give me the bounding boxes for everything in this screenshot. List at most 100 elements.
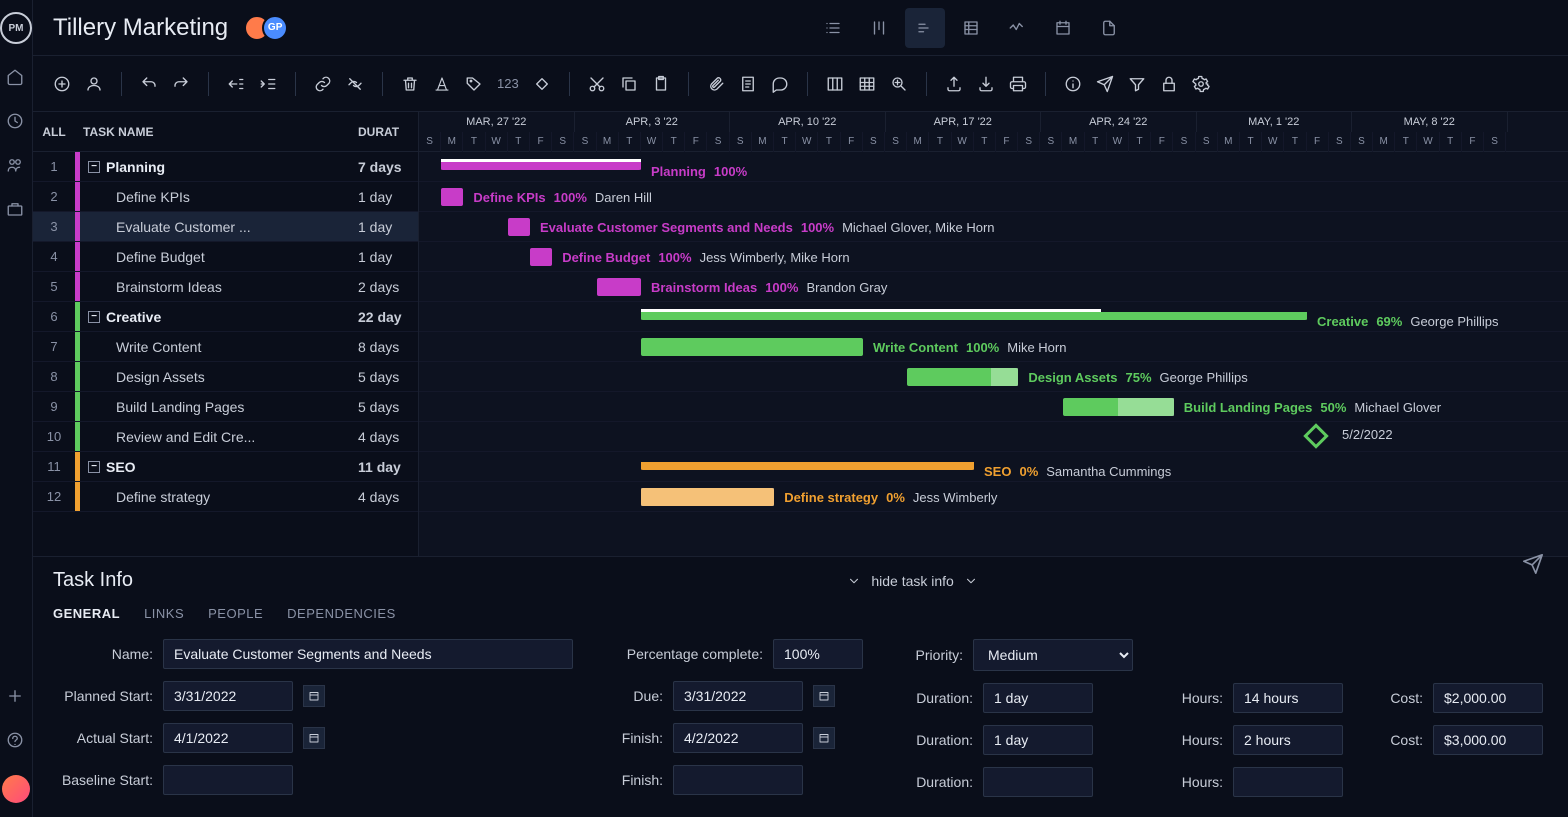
import-icon[interactable] — [977, 75, 995, 93]
gantt-row[interactable]: Evaluate Customer Segments and Needs100%… — [419, 212, 1568, 242]
gantt-row[interactable]: Define Budget100%Jess Wimberly, Mike Hor… — [419, 242, 1568, 272]
gantt-view-icon[interactable] — [905, 8, 945, 48]
help-icon[interactable] — [6, 731, 26, 751]
font-icon[interactable] — [433, 75, 451, 93]
info-icon[interactable] — [1064, 75, 1082, 93]
duration2-input[interactable] — [983, 725, 1093, 755]
calendar-icon[interactable] — [303, 685, 325, 707]
gantt-row[interactable]: Build Landing Pages50%Michael Glover — [419, 392, 1568, 422]
hours-input[interactable] — [1233, 683, 1343, 713]
duration3-input[interactable] — [983, 767, 1093, 797]
list-view-icon[interactable] — [813, 8, 853, 48]
cut-icon[interactable] — [588, 75, 606, 93]
assign-icon[interactable] — [85, 75, 103, 93]
avatar-2[interactable]: GP — [262, 15, 288, 41]
add-icon[interactable] — [6, 687, 26, 707]
redo-icon[interactable] — [172, 75, 190, 93]
add-task-icon[interactable] — [53, 75, 71, 93]
tag-icon[interactable] — [465, 75, 483, 93]
baseline-start-input[interactable] — [163, 765, 293, 795]
col-dur[interactable]: DURAT — [358, 125, 418, 139]
task-row[interactable]: 4Define Budget1 day — [33, 242, 418, 272]
delete-icon[interactable] — [401, 75, 419, 93]
baseline-finish-input[interactable] — [673, 765, 803, 795]
hours2-input[interactable] — [1233, 725, 1343, 755]
paste-icon[interactable] — [652, 75, 670, 93]
unlink-icon[interactable] — [346, 75, 364, 93]
gantt-row[interactable]: Write Content100%Mike Horn — [419, 332, 1568, 362]
sheet-view-icon[interactable] — [951, 8, 991, 48]
milestone-icon[interactable] — [533, 75, 551, 93]
outdent-icon[interactable] — [227, 75, 245, 93]
gantt-row[interactable]: Design Assets75%George Phillips — [419, 362, 1568, 392]
due-input[interactable] — [673, 681, 803, 711]
export-icon[interactable] — [945, 75, 963, 93]
copy-icon[interactable] — [620, 75, 638, 93]
send-task-icon[interactable] — [1522, 553, 1544, 578]
columns-icon[interactable] — [826, 75, 844, 93]
send-icon[interactable] — [1096, 75, 1114, 93]
tab-people[interactable]: PEOPLE — [208, 606, 263, 621]
calendar-icon[interactable] — [303, 727, 325, 749]
gantt-row[interactable]: 5/2/2022 — [419, 422, 1568, 452]
task-row[interactable]: 11−SEO11 day — [33, 452, 418, 482]
actual-start-input[interactable] — [163, 723, 293, 753]
gantt-row[interactable]: Define strategy0%Jess Wimberly — [419, 482, 1568, 512]
task-row[interactable]: 3Evaluate Customer ...1 day — [33, 212, 418, 242]
calendar-icon[interactable] — [813, 685, 835, 707]
task-row[interactable]: 7Write Content8 days — [33, 332, 418, 362]
undo-icon[interactable] — [140, 75, 158, 93]
task-row[interactable]: 6−Creative22 day — [33, 302, 418, 332]
workload-view-icon[interactable] — [997, 8, 1037, 48]
comment-icon[interactable] — [771, 75, 789, 93]
settings-icon[interactable] — [1192, 75, 1210, 93]
finish-input[interactable] — [673, 723, 803, 753]
clock-icon[interactable] — [6, 112, 26, 132]
zoom-icon[interactable] — [890, 75, 908, 93]
print-icon[interactable] — [1009, 75, 1027, 93]
gantt-row[interactable]: Brainstorm Ideas100%Brandon Gray — [419, 272, 1568, 302]
gantt-chart[interactable]: MAR, 27 '22APR, 3 '22APR, 10 '22APR, 17 … — [419, 112, 1568, 556]
note-icon[interactable] — [739, 75, 757, 93]
calendar-view-icon[interactable] — [1043, 8, 1083, 48]
task-row[interactable]: 12Define strategy4 days — [33, 482, 418, 512]
duration-input[interactable] — [983, 683, 1093, 713]
hide-task-info[interactable]: hide task info — [847, 572, 978, 590]
lock-icon[interactable] — [1160, 75, 1178, 93]
calendar-icon[interactable] — [813, 727, 835, 749]
cost2-input[interactable] — [1433, 725, 1543, 755]
task-row[interactable]: 2Define KPIs1 day — [33, 182, 418, 212]
task-name-input[interactable] — [163, 639, 573, 669]
filter-icon[interactable] — [1128, 75, 1146, 93]
task-row[interactable]: 10Review and Edit Cre...4 days — [33, 422, 418, 452]
cost-input[interactable] — [1433, 683, 1543, 713]
gantt-row[interactable]: SEO0%Samantha Cummings — [419, 452, 1568, 482]
col-all[interactable]: ALL — [33, 125, 75, 139]
progress-number[interactable]: 123 — [497, 76, 519, 91]
planned-start-input[interactable] — [163, 681, 293, 711]
user-avatar[interactable] — [2, 775, 30, 803]
attach-icon[interactable] — [707, 75, 725, 93]
pct-input[interactable] — [773, 639, 863, 669]
gantt-row[interactable]: Planning100% — [419, 152, 1568, 182]
task-row[interactable]: 8Design Assets5 days — [33, 362, 418, 392]
tab-links[interactable]: LINKS — [144, 606, 184, 621]
board-view-icon[interactable] — [859, 8, 899, 48]
col-name[interactable]: TASK NAME — [75, 125, 358, 139]
task-row[interactable]: 5Brainstorm Ideas2 days — [33, 272, 418, 302]
member-avatars[interactable]: GP — [244, 15, 288, 41]
gantt-row[interactable]: Define KPIs100%Daren Hill — [419, 182, 1568, 212]
task-row[interactable]: 1−Planning7 days — [33, 152, 418, 182]
tab-general[interactable]: GENERAL — [53, 606, 120, 621]
home-icon[interactable] — [6, 68, 26, 88]
files-view-icon[interactable] — [1089, 8, 1129, 48]
indent-icon[interactable] — [259, 75, 277, 93]
gantt-row[interactable]: Creative69%George Phillips — [419, 302, 1568, 332]
team-icon[interactable] — [6, 156, 26, 176]
hours3-input[interactable] — [1233, 767, 1343, 797]
tab-dependencies[interactable]: DEPENDENCIES — [287, 606, 396, 621]
priority-select[interactable]: Medium — [973, 639, 1133, 671]
task-row[interactable]: 9Build Landing Pages5 days — [33, 392, 418, 422]
link-icon[interactable] — [314, 75, 332, 93]
grid-icon[interactable] — [858, 75, 876, 93]
